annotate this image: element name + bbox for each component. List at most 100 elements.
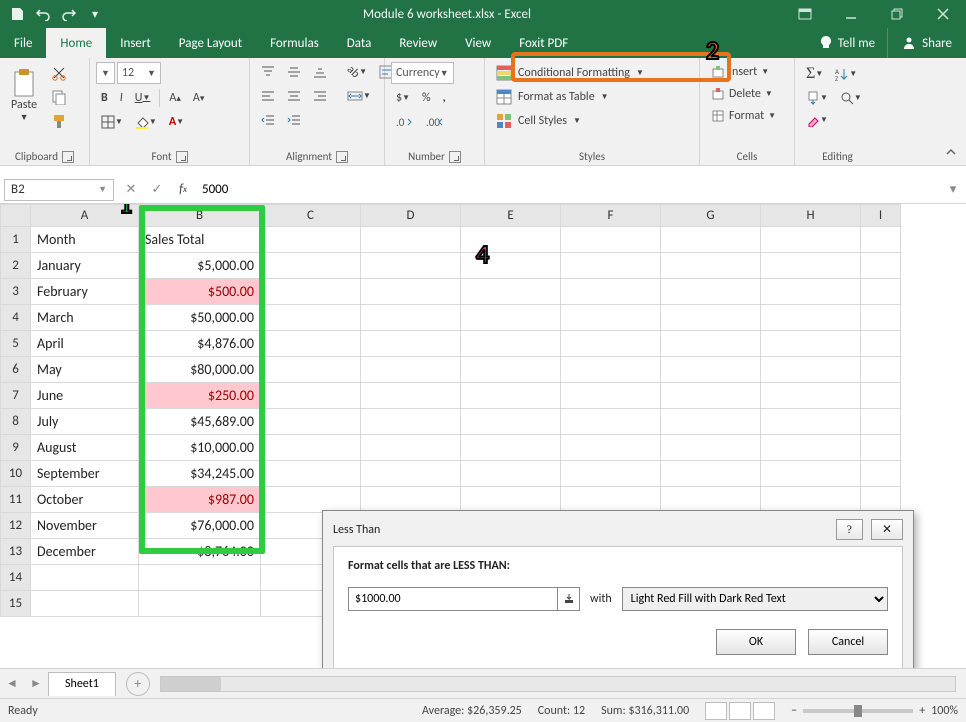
dialog-help-button[interactable]: ?: [836, 519, 863, 540]
tell-me[interactable]: Tell me: [808, 28, 887, 58]
cell-A5[interactable]: April: [31, 331, 139, 357]
paste-button[interactable]: Paste ▼: [6, 62, 42, 128]
cell-G8[interactable]: [661, 409, 761, 435]
cell-A1[interactable]: Month: [31, 227, 139, 253]
cell-G10[interactable]: [661, 461, 761, 487]
tab-scroll-right[interactable]: ►: [24, 676, 48, 691]
cell-B15[interactable]: [139, 591, 261, 617]
cell-A12[interactable]: November: [31, 513, 139, 539]
cell-B13[interactable]: $8,764.00: [139, 539, 261, 565]
tab-scroll-left[interactable]: ◄: [0, 676, 24, 691]
cell-I7[interactable]: [861, 383, 901, 409]
italic-button[interactable]: I: [115, 88, 128, 108]
align-left-button[interactable]: [256, 86, 280, 106]
cell-F8[interactable]: [561, 409, 661, 435]
increase-indent-button[interactable]: [282, 110, 306, 130]
minimize-icon[interactable]: [828, 0, 874, 28]
cell-B6[interactable]: $80,000.00: [139, 357, 261, 383]
cell-C2[interactable]: [261, 253, 361, 279]
cell-B12[interactable]: $76,000.00: [139, 513, 261, 539]
column-header-B[interactable]: B: [139, 205, 261, 227]
cell-G11[interactable]: [661, 487, 761, 513]
alignment-dialog-launcher[interactable]: [336, 151, 348, 163]
row-header-14[interactable]: 14: [1, 565, 31, 591]
column-header-E[interactable]: E: [461, 205, 561, 227]
cell-A9[interactable]: August: [31, 435, 139, 461]
align-bottom-button[interactable]: [308, 62, 332, 82]
decrease-font-button[interactable]: A▾: [188, 88, 209, 108]
undo-icon[interactable]: [32, 3, 54, 25]
cell-G3[interactable]: [661, 279, 761, 305]
cell-G2[interactable]: [661, 253, 761, 279]
enter-formula-button[interactable]: ✓: [144, 179, 170, 201]
cell-H3[interactable]: [761, 279, 861, 305]
cell-C8[interactable]: [261, 409, 361, 435]
cell-D10[interactable]: [361, 461, 461, 487]
cell-C7[interactable]: [261, 383, 361, 409]
percent-format-button[interactable]: %: [417, 88, 436, 108]
cancel-formula-button[interactable]: ✕: [118, 179, 144, 201]
cell-E7[interactable]: [461, 383, 561, 409]
redo-icon[interactable]: [58, 3, 80, 25]
cell-E8[interactable]: [461, 409, 561, 435]
ok-button[interactable]: OK: [716, 629, 796, 655]
row-header-11[interactable]: 11: [1, 487, 31, 513]
fill-button[interactable]: ▼: [801, 88, 833, 108]
cell-I2[interactable]: [861, 253, 901, 279]
cell-I1[interactable]: [861, 227, 901, 253]
new-sheet-button[interactable]: +: [126, 672, 150, 696]
cell-I9[interactable]: [861, 435, 901, 461]
column-header-C[interactable]: C: [261, 205, 361, 227]
row-header-13[interactable]: 13: [1, 539, 31, 565]
zoom-out-button[interactable]: −: [791, 704, 797, 718]
select-all-corner[interactable]: [1, 205, 31, 227]
column-header-I[interactable]: I: [861, 205, 901, 227]
tab-insert[interactable]: Insert: [106, 28, 165, 58]
row-header-7[interactable]: 7: [1, 383, 31, 409]
normal-view-button[interactable]: [705, 702, 727, 720]
cell-E10[interactable]: [461, 461, 561, 487]
cell-H7[interactable]: [761, 383, 861, 409]
column-header-G[interactable]: G: [661, 205, 761, 227]
cell-H2[interactable]: [761, 253, 861, 279]
name-box[interactable]: B2▼: [4, 179, 114, 201]
copy-button[interactable]: [46, 86, 72, 108]
cell-E11[interactable]: [461, 487, 561, 513]
scrollbar-thumb[interactable]: [161, 677, 221, 691]
cell-E4[interactable]: [461, 305, 561, 331]
row-header-8[interactable]: 8: [1, 409, 31, 435]
qat-customize-icon[interactable]: ▾: [84, 3, 106, 25]
cell-E6[interactable]: [461, 357, 561, 383]
cell-F7[interactable]: [561, 383, 661, 409]
cell-H1[interactable]: [761, 227, 861, 253]
ribbon-display-options-icon[interactable]: [782, 0, 828, 28]
tab-foxit-pdf[interactable]: Foxit PDF: [505, 28, 582, 58]
cell-I8[interactable]: [861, 409, 901, 435]
font-name-select[interactable]: ▼: [96, 62, 115, 84]
sheet-tab-1[interactable]: Sheet1: [48, 672, 116, 696]
number-dialog-launcher[interactable]: [449, 151, 461, 163]
delete-cells-button[interactable]: Delete▼: [706, 84, 778, 104]
decrease-decimal-button[interactable]: .00: [421, 112, 449, 132]
cell-C11[interactable]: [261, 487, 361, 513]
cell-G6[interactable]: [661, 357, 761, 383]
cell-A4[interactable]: March: [31, 305, 139, 331]
tab-view[interactable]: View: [451, 28, 505, 58]
format-cells-button[interactable]: Format▼: [706, 106, 781, 126]
cell-C3[interactable]: [261, 279, 361, 305]
cell-E2[interactable]: [461, 253, 561, 279]
cell-D9[interactable]: [361, 435, 461, 461]
row-header-4[interactable]: 4: [1, 305, 31, 331]
tab-data[interactable]: Data: [333, 28, 386, 58]
cut-button[interactable]: [46, 62, 72, 84]
underline-button[interactable]: U ▼: [130, 88, 156, 108]
cell-F2[interactable]: [561, 253, 661, 279]
cell-H6[interactable]: [761, 357, 861, 383]
close-icon[interactable]: [920, 0, 966, 28]
cell-I6[interactable]: [861, 357, 901, 383]
cell-G9[interactable]: [661, 435, 761, 461]
tab-formulas[interactable]: Formulas: [256, 28, 333, 58]
conditional-formatting-button[interactable]: Conditional Formatting▼: [491, 62, 649, 84]
row-header-3[interactable]: 3: [1, 279, 31, 305]
cell-A8[interactable]: July: [31, 409, 139, 435]
